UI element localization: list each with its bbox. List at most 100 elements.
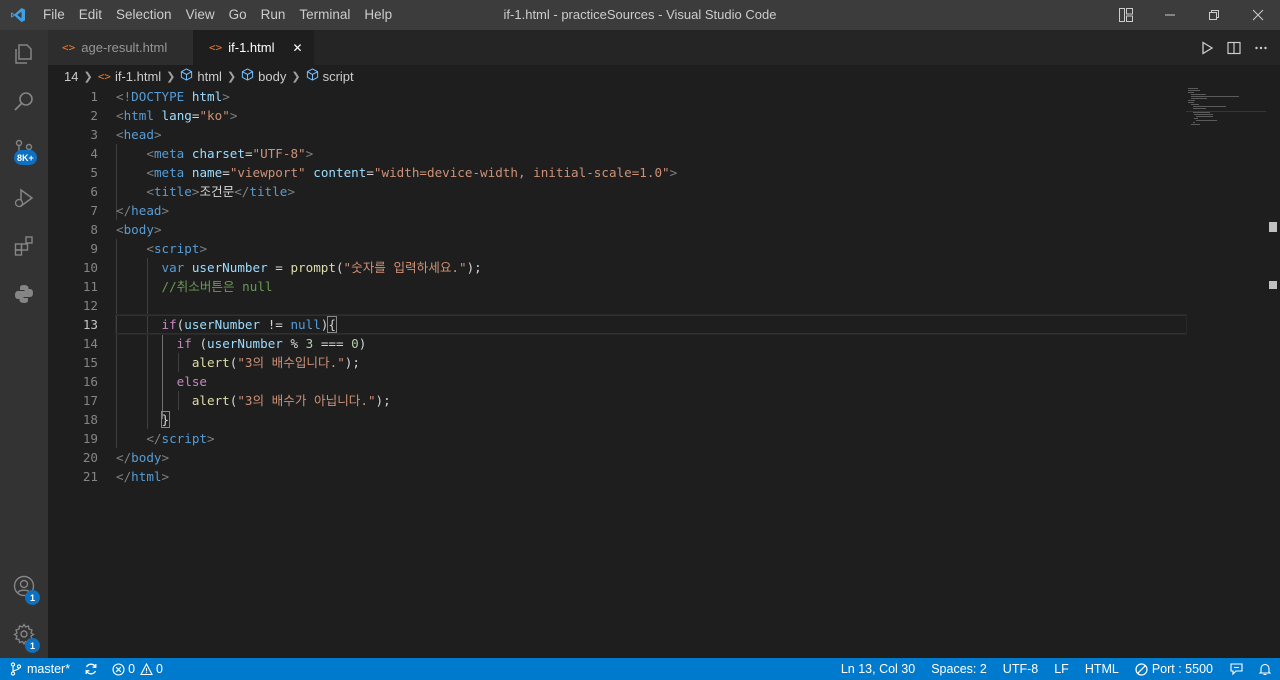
manage-gear-icon[interactable]: 1 [0, 610, 48, 658]
feedback-icon[interactable] [1221, 658, 1252, 680]
status-bar-right: Ln 13, Col 30 Spaces: 2 UTF-8 LF HTML Po… [833, 658, 1280, 680]
code-editor[interactable]: 1 2 3 4 5 6 7 8 9 10 11 12 13 14 15 16 1… [48, 87, 1280, 658]
line-number: 2 [90, 108, 98, 123]
line-number: 12 [82, 298, 98, 313]
language-mode[interactable]: HTML [1077, 658, 1127, 680]
tab-label: age-result.html [81, 40, 168, 55]
code-line: //취소버튼은 null [161, 279, 273, 294]
tab-if-1[interactable]: <> if-1.html ✕ [193, 30, 314, 65]
line-number-gutter: 1 2 3 4 5 6 7 8 9 10 11 12 13 14 15 16 1… [48, 87, 98, 486]
menu-selection[interactable]: Selection [109, 0, 179, 30]
tab-age-result[interactable]: <> age-result.html [48, 30, 193, 65]
editor-tabs: <> age-result.html <> if-1.html ✕ [48, 30, 1280, 65]
line-number: 13 [82, 317, 98, 332]
editor-actions [1194, 30, 1280, 65]
line-number: 15 [82, 355, 98, 370]
status-bar: master* 0 0 Ln 13, Col 30 Spaces: 2 UTF-… [0, 658, 1280, 680]
run-icon[interactable] [1194, 35, 1220, 61]
menu-view[interactable]: View [179, 0, 222, 30]
code-line: <html lang="ko"> [116, 108, 238, 123]
accounts-icon[interactable]: 1 [0, 562, 48, 610]
scroll-marker [1269, 222, 1277, 232]
code-line: } [160, 411, 171, 428]
close-window-button[interactable] [1236, 0, 1280, 30]
warning-count: 0 [156, 662, 163, 676]
extensions-icon[interactable] [0, 222, 48, 270]
vscode-logo-icon [0, 0, 36, 30]
line-number: 21 [82, 469, 98, 484]
minimap[interactable] [1186, 87, 1266, 127]
breadcrumb-line[interactable]: 14 [64, 69, 78, 84]
line-number: 6 [90, 184, 98, 199]
html-file-icon: <> [97, 69, 111, 83]
menu-edit[interactable]: Edit [72, 0, 109, 30]
port-label: Port : 5500 [1151, 662, 1213, 676]
line-number: 5 [90, 165, 98, 180]
vertical-scrollbar[interactable] [1266, 87, 1280, 658]
close-tab-icon[interactable]: ✕ [292, 41, 302, 55]
problems-indicator[interactable]: 0 0 [106, 658, 169, 680]
indentation[interactable]: Spaces: 2 [923, 658, 995, 680]
html-file-icon: <> [62, 41, 76, 54]
menu-file[interactable]: File [36, 0, 72, 30]
line-number: 14 [82, 336, 98, 351]
code-line: </script> [146, 431, 215, 446]
window-controls [1104, 0, 1280, 30]
menu-terminal[interactable]: Terminal [292, 0, 357, 30]
live-server-port[interactable]: Port : 5500 [1127, 658, 1221, 680]
restore-button[interactable] [1192, 0, 1236, 30]
layout-icon[interactable] [1104, 0, 1148, 30]
code-line: if (userNumber % 3 === 0) [176, 336, 367, 351]
python-icon[interactable] [0, 270, 48, 318]
code-lines[interactable]: <!DOCTYPE html> <html lang="ko"> <head> … [115, 87, 1187, 486]
minimize-button[interactable] [1148, 0, 1192, 30]
breadcrumb-file[interactable]: if-1.html [115, 69, 161, 84]
breadcrumb-html[interactable]: html [197, 69, 222, 84]
menu-run[interactable]: Run [254, 0, 293, 30]
source-control-icon[interactable]: 8K+ [0, 126, 48, 174]
line-number: 20 [82, 450, 98, 465]
title-bar: File Edit Selection View Go Run Terminal… [0, 0, 1280, 30]
menu-go[interactable]: Go [222, 0, 254, 30]
search-icon[interactable] [0, 78, 48, 126]
element-cube-icon [241, 68, 254, 84]
line-number: 7 [90, 203, 98, 218]
settings-badge: 1 [25, 638, 40, 653]
code-line-current: if(userNumber != null){ [115, 314, 1187, 335]
split-editor-icon[interactable] [1221, 35, 1247, 61]
line-number: 4 [90, 146, 98, 161]
error-count: 0 [128, 662, 136, 676]
explorer-icon[interactable] [0, 30, 48, 78]
line-number: 19 [82, 431, 98, 446]
error-icon [112, 662, 125, 676]
warning-icon [140, 662, 153, 675]
more-actions-icon[interactable] [1248, 35, 1274, 61]
cursor-position[interactable]: Ln 13, Col 30 [833, 658, 923, 680]
menu-help[interactable]: Help [357, 0, 399, 30]
end-of-line[interactable]: LF [1046, 658, 1077, 680]
element-cube-icon [180, 68, 193, 84]
run-debug-icon[interactable] [0, 174, 48, 222]
element-cube-icon [306, 68, 319, 84]
line-number: 17 [82, 393, 98, 408]
code-line: </html> [116, 469, 170, 484]
encoding[interactable]: UTF-8 [995, 658, 1046, 680]
branch-icon [10, 662, 22, 676]
chevron-right-icon: ❯ [83, 70, 93, 83]
code-line: </head> [116, 203, 170, 218]
code-line: <script> [146, 241, 208, 256]
branch-indicator[interactable]: master* [0, 658, 76, 680]
code-line: else [176, 374, 208, 389]
notifications-bell-icon[interactable] [1252, 658, 1280, 680]
code-line: <head> [116, 127, 162, 142]
scroll-marker [1269, 281, 1277, 289]
line-number: 11 [82, 279, 98, 294]
no-entry-icon [1135, 662, 1148, 676]
breadcrumb-script[interactable]: script [323, 69, 354, 84]
code-line: <body> [116, 222, 162, 237]
sync-icon[interactable] [76, 658, 106, 680]
activity-bar: 8K+ 1 1 [0, 30, 48, 658]
tab-label: if-1.html [228, 40, 275, 55]
branch-name: master* [27, 662, 71, 676]
breadcrumb-body[interactable]: body [258, 69, 286, 84]
